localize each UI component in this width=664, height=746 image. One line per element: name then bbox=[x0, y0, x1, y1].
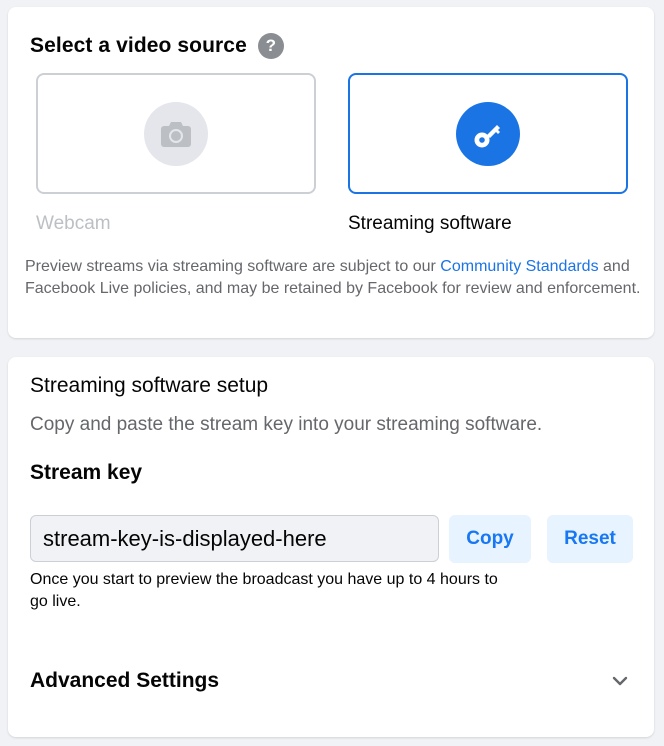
reset-button[interactable]: Reset bbox=[547, 515, 633, 563]
stream-key-input[interactable] bbox=[30, 515, 439, 562]
go-live-hint: Once you start to preview the broadcast … bbox=[30, 571, 498, 610]
software-icon-circle bbox=[456, 101, 520, 166]
help-icon[interactable]: ? bbox=[257, 33, 284, 59]
video-source-card: Select a video source ? Webcam Streaming… bbox=[8, 7, 654, 338]
streaming-software-option[interactable] bbox=[348, 73, 628, 194]
video-source-title: Select a video source bbox=[30, 34, 247, 57]
camera-icon bbox=[161, 121, 191, 147]
policy-notice: Preview streams via streaming software a… bbox=[25, 256, 645, 299]
copy-button[interactable]: Copy bbox=[449, 515, 531, 563]
webcam-icon-circle bbox=[144, 101, 208, 166]
webcam-option[interactable] bbox=[36, 73, 316, 194]
stream-key-heading: Stream key bbox=[30, 461, 143, 484]
notice-text-start: Preview streams via streaming software a… bbox=[25, 258, 441, 275]
advanced-settings-label: Advanced Settings bbox=[30, 669, 220, 692]
advanced-settings-toggle[interactable]: Advanced Settings bbox=[30, 663, 630, 699]
streaming-software-label[interactable]: Streaming software bbox=[348, 213, 512, 235]
chevron-down-icon bbox=[610, 671, 630, 691]
key-icon bbox=[474, 124, 500, 147]
community-standards-link[interactable]: Community Standards bbox=[440, 258, 598, 275]
streaming-setup-card: Streaming software setup Copy and paste … bbox=[8, 357, 654, 737]
setup-description: Copy and paste the stream key into your … bbox=[30, 414, 543, 435]
webcam-label[interactable]: Webcam bbox=[36, 213, 111, 235]
video-source-header: Select a video source ? bbox=[30, 33, 284, 59]
setup-title: Streaming software setup bbox=[30, 374, 269, 397]
